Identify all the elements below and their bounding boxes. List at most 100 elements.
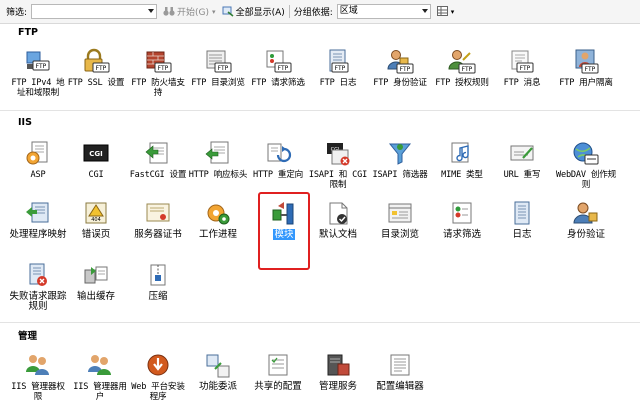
- feature-ftp-request-filter[interactable]: FTP FTP 请求筛选: [248, 48, 308, 88]
- feature-label: HTTP 响应标头: [188, 170, 248, 180]
- isapi-cgi-icon: CGI: [327, 143, 350, 166]
- feature-fastcgi[interactable]: FastCGI 设置: [128, 140, 188, 180]
- feature-label: 身份验证: [566, 229, 605, 240]
- feature-delegation[interactable]: 功能委派: [188, 352, 248, 392]
- feature-iis-manager-users[interactable]: IIS 管理器用户: [70, 352, 130, 402]
- feature-mime-types[interactable]: MIME 类型: [432, 140, 492, 180]
- error-pages-icon: 404: [85, 202, 107, 224]
- feature-webdav[interactable]: WebDAV 创作规则: [556, 140, 616, 190]
- compression-icon: [150, 264, 166, 286]
- svg-text:FTP: FTP: [335, 65, 346, 72]
- feature-label: FTP 请求筛选: [251, 78, 305, 88]
- feature-management-service[interactable]: 管理服务: [308, 352, 368, 392]
- management-service-icon: [327, 354, 350, 376]
- section-divider: [0, 110, 640, 111]
- feature-default-document[interactable]: 默认文档: [308, 200, 368, 240]
- feature-label: MIME 类型: [441, 170, 483, 180]
- cgi-icon: CGI: [83, 144, 109, 162]
- feature-label: FTP 防火墙支持: [131, 78, 185, 98]
- feature-ftp-message[interactable]: FTP FTP 消息: [492, 48, 552, 88]
- configuration-editor-icon: [390, 354, 410, 376]
- feature-http-headers[interactable]: HTTP 响应标头: [188, 140, 248, 180]
- feature-label: ISAPI 筛选器: [372, 170, 428, 180]
- feature-label: URL 重写: [503, 170, 541, 180]
- view-mode-button[interactable]: ▾: [436, 6, 454, 17]
- feature-label: FTP 目录浏览: [191, 78, 245, 88]
- feature-directory-browsing[interactable]: 目录浏览: [370, 200, 430, 240]
- feature-ftp-log[interactable]: FTP FTP 日志: [308, 48, 368, 88]
- web-platform-icon: [147, 354, 169, 376]
- feature-label: 输出缓存: [76, 291, 115, 302]
- group-by-select[interactable]: 区域: [336, 4, 431, 19]
- show-all-label: 全部显示(A): [235, 8, 285, 18]
- shared-config-icon: [268, 354, 288, 376]
- section-iis-title: IIS: [18, 117, 32, 128]
- feature-ftp-dirbrowse[interactable]: FTP FTP 目录浏览: [188, 48, 248, 88]
- feature-asp[interactable]: ASP: [8, 140, 68, 180]
- filter-icon: FTP: [266, 50, 292, 73]
- feature-isapi-filters[interactable]: ISAPI 筛选器: [370, 140, 430, 180]
- feature-logging[interactable]: 日志: [492, 200, 552, 240]
- feature-shared-configuration[interactable]: 共享的配置: [248, 352, 308, 392]
- handler-mappings-icon: [26, 202, 49, 223]
- start-button[interactable]: 开始(G) ▾: [163, 5, 216, 18]
- ftp-ipv4-icon: FTP: [26, 51, 50, 71]
- authentication-icon: [573, 202, 598, 224]
- feature-ftp-user-isolation[interactable]: FTP FTP 用户隔离: [556, 48, 616, 88]
- feature-authentication[interactable]: 身份验证: [556, 200, 616, 240]
- show-all-icon: [222, 6, 234, 17]
- isapi-filter-icon: [388, 143, 412, 165]
- feature-error-pages[interactable]: 404 错误页: [66, 200, 126, 240]
- feature-isapi-cgi[interactable]: CGI ISAPI 和 CGI 限制: [308, 140, 368, 190]
- highlight-box: [258, 192, 310, 270]
- feature-label: 压缩: [148, 291, 168, 302]
- svg-text:FTP: FTP: [520, 65, 531, 72]
- start-label: 开始(G): [177, 8, 210, 18]
- feature-worker-processes[interactable]: 工作进程: [188, 200, 248, 240]
- request-filter-icon: [452, 202, 472, 224]
- group-by-value: 区域: [339, 6, 358, 16]
- feature-ftp-ipv4[interactable]: FTP FTP IPv4 地址和域限制: [8, 48, 68, 98]
- webdav-icon: [573, 142, 599, 165]
- binoculars-icon: [163, 7, 175, 16]
- feature-server-certs[interactable]: 服务器证书: [128, 200, 188, 240]
- section-divider: [0, 322, 640, 323]
- feature-request-filtering[interactable]: 请求筛选: [432, 200, 492, 240]
- feature-label: ISAPI 和 CGI 限制: [308, 170, 368, 190]
- feature-ftp-firewall[interactable]: FTP FTP 防火墙支持: [128, 48, 188, 98]
- svg-text:FTP: FTP: [36, 63, 47, 70]
- feature-output-caching[interactable]: 输出缓存: [66, 262, 126, 302]
- feature-label: CGI: [88, 170, 104, 180]
- svg-text:FTP: FTP: [585, 66, 596, 73]
- feature-label: Web 平台安装程序: [131, 382, 185, 402]
- feature-label: FTP 身份验证: [373, 78, 427, 88]
- feature-label: IIS 管理器权限: [11, 382, 65, 402]
- svg-text:404: 404: [91, 217, 101, 223]
- feature-url-rewrite[interactable]: URL 重写: [492, 140, 552, 180]
- feature-failed-request-tracing[interactable]: 失败请求跟踪规则: [8, 262, 68, 312]
- feature-ftp-auth[interactable]: FTP FTP 身份验证: [370, 48, 430, 88]
- svg-text:FTP: FTP: [462, 66, 473, 73]
- feature-compression[interactable]: 压缩: [128, 262, 188, 302]
- feature-label: 默认文档: [318, 229, 357, 240]
- feature-ftp-ssl[interactable]: FTP FTP SSL 设置: [66, 48, 126, 88]
- show-all-button[interactable]: 全部显示(A): [222, 5, 285, 18]
- feature-ftp-authz[interactable]: FTP FTP 授权规则: [432, 48, 492, 88]
- feature-label: IIS 管理器用户: [73, 382, 127, 402]
- feature-configuration-editor[interactable]: 配置编辑器: [370, 352, 430, 392]
- output-cache-icon: [84, 266, 108, 284]
- feature-web-platform-installer[interactable]: Web 平台安装程序: [128, 352, 188, 402]
- feature-label: 工作进程: [198, 229, 237, 240]
- feature-iis-manager-permissions[interactable]: IIS 管理器权限: [8, 352, 68, 402]
- feature-label: 功能委派: [198, 381, 237, 392]
- section-manage-title: 管理: [18, 331, 38, 342]
- feature-http-redirect[interactable]: HTTP 重定向: [248, 140, 308, 180]
- default-document-icon: [329, 202, 348, 225]
- filter-input[interactable]: [31, 4, 158, 19]
- feature-label: 处理程序映射: [9, 229, 67, 240]
- feature-cgi[interactable]: CGI CGI: [66, 140, 126, 180]
- feature-handler-mappings[interactable]: 处理程序映射: [8, 200, 68, 240]
- feature-label: FTP 用户隔离: [559, 78, 613, 88]
- feature-label: 失败请求跟踪规则: [9, 291, 67, 312]
- message-icon: FTP: [511, 50, 534, 73]
